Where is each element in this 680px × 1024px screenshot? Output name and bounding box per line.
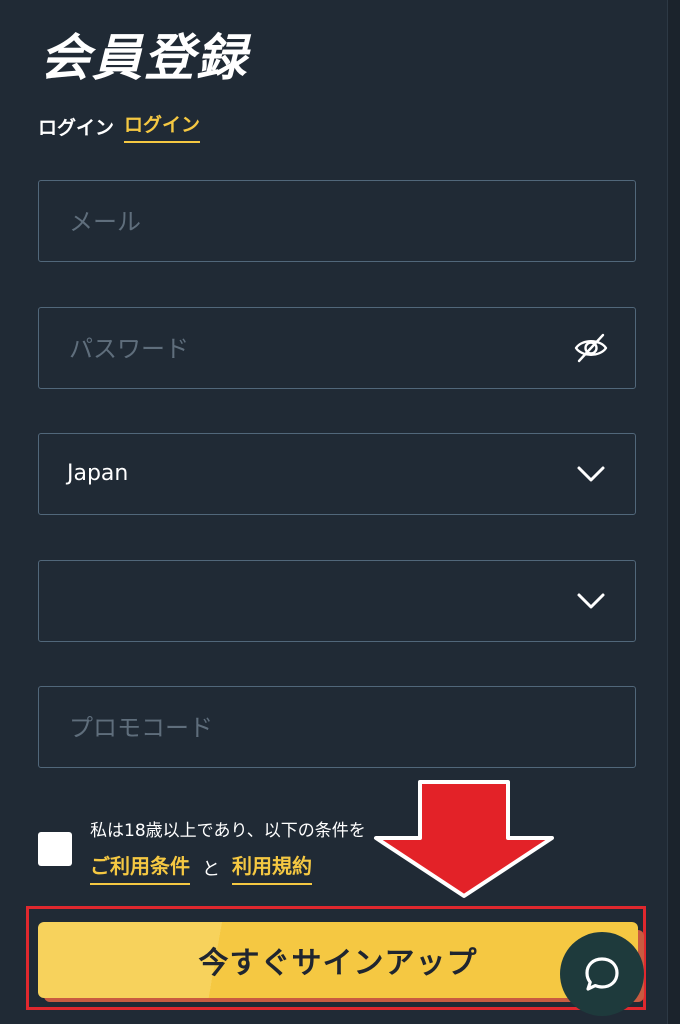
email-input[interactable] [67, 181, 571, 263]
chat-button[interactable] [560, 932, 644, 1016]
promo-code-input[interactable] [67, 687, 571, 769]
eye-slash-icon[interactable] [573, 330, 609, 366]
down-arrow-annotation [374, 780, 554, 898]
chevron-down-icon [577, 466, 605, 482]
rules-link[interactable]: 利用規約 [232, 850, 312, 885]
age-consent-checkbox[interactable] [38, 832, 72, 866]
chat-bubble-icon [585, 957, 619, 991]
consent-text: 私は18歳以上であり、以下の条件を [90, 821, 366, 841]
login-row: ログイン ログイン [38, 110, 201, 143]
signup-button[interactable]: 今すぐサインアップ [38, 922, 638, 998]
login-prefix: ログイン [38, 117, 115, 139]
login-link[interactable]: ログイン [124, 110, 201, 143]
consent-and: と [202, 858, 220, 880]
consent-links: ご利用条件 と 利用規約 [90, 850, 312, 885]
region-select[interactable] [38, 560, 636, 642]
scrollbar[interactable] [667, 0, 680, 1024]
terms-link[interactable]: ご利用条件 [90, 850, 190, 885]
password-field[interactable] [38, 307, 636, 390]
country-selected-value: Japan [67, 461, 129, 486]
signup-page: 会員登録 ログイン ログイン Japan 私は18歳以上であり、以下の条件を [0, 0, 680, 1024]
promo-code-field[interactable] [38, 686, 636, 769]
chevron-down-icon [577, 593, 605, 609]
page-title: 会員登録 [40, 29, 248, 87]
email-field[interactable] [38, 180, 636, 263]
country-select[interactable]: Japan [38, 433, 636, 515]
password-input[interactable] [67, 308, 571, 390]
